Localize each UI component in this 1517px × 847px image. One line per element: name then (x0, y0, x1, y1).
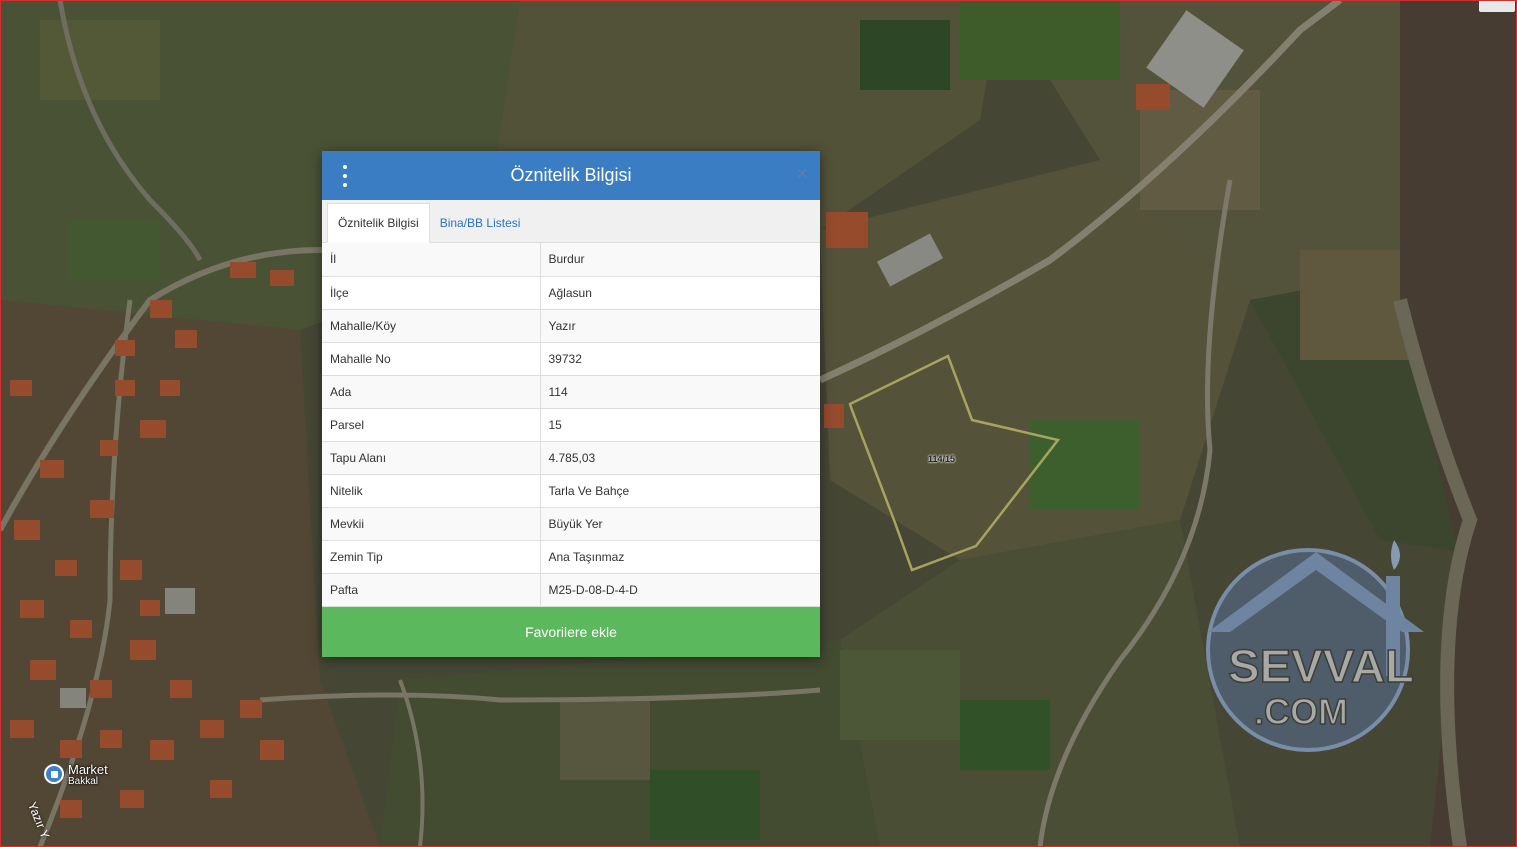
attribute-info-modal: Öznitelik Bilgisi × Öznitelik Bilgisi Bi… (322, 151, 820, 657)
modal-header: Öznitelik Bilgisi × (322, 151, 820, 200)
attribute-key: Nitelik (322, 474, 541, 508)
poi-subtitle: Bakkal (68, 776, 99, 787)
tab-attribute-info[interactable]: Öznitelik Bilgisi (327, 203, 430, 243)
table-row: Pafta M25-D-08-D-4-D (322, 573, 820, 607)
attribute-value: 15 (540, 408, 820, 442)
table-row: Ada 114 (322, 375, 820, 409)
modal-tabs: Öznitelik Bilgisi Bina/BB Listesi (322, 200, 820, 243)
svg-text:SEVVAL: SEVVAL (1228, 640, 1414, 692)
attribute-value: Yazır (540, 309, 820, 343)
attribute-key: Mahalle No (322, 342, 541, 376)
close-icon[interactable]: × (796, 164, 808, 184)
attribute-value: Ağlasun (540, 276, 820, 310)
table-row: Nitelik Tarla Ve Bahçe (322, 474, 820, 508)
attribute-key: Zemin Tip (322, 540, 541, 574)
attribute-key: Parsel (322, 408, 541, 442)
kebab-menu-icon[interactable] (340, 165, 350, 187)
shop-pin-icon (44, 764, 64, 784)
tab-building-list[interactable]: Bina/BB Listesi (430, 204, 531, 242)
attribute-key: İl (322, 243, 541, 277)
attribute-value: 114 (540, 375, 820, 409)
attribute-value: 39732 (540, 342, 820, 376)
attribute-table: İl Burdur İlçe Ağlasun Mahalle/Köy Yazır Ma… (322, 243, 820, 607)
map-poi-market[interactable]: Market Bakkal (44, 762, 108, 788)
map-corner-control[interactable] (1479, 0, 1515, 12)
modal-title: Öznitelik Bilgisi (510, 165, 632, 185)
attribute-key: Mevkii (322, 507, 541, 541)
attribute-value: Burdur (540, 243, 820, 277)
attribute-key: Ada (322, 375, 541, 409)
attribute-key: İlçe (322, 276, 541, 310)
add-to-favorites-button[interactable]: Favorilere ekle (322, 606, 820, 657)
attribute-key: Tapu Alanı (322, 441, 541, 475)
poi-name: Market (68, 762, 108, 777)
attribute-key: Mahalle/Köy (322, 309, 541, 343)
parcel-label: 114/15 (928, 454, 956, 464)
attribute-value: Büyük Yer (540, 507, 820, 541)
attribute-value: M25-D-08-D-4-D (540, 573, 820, 607)
table-row: Mevkii Büyük Yer (322, 507, 820, 541)
table-row: Mahalle No 39732 (322, 342, 820, 376)
table-row: İlçe Ağlasun (322, 276, 820, 310)
attribute-value: Tarla Ve Bahçe (540, 474, 820, 508)
table-row: Tapu Alanı 4.785,03 (322, 441, 820, 475)
table-row: Mahalle/Köy Yazır (322, 309, 820, 343)
svg-text:.COM: .COM (1254, 691, 1348, 732)
table-row: Parsel 15 (322, 408, 820, 442)
attribute-value: 4.785,03 (540, 441, 820, 475)
table-row: Zemin Tip Ana Taşınmaz (322, 540, 820, 574)
attribute-value: Ana Taşınmaz (540, 540, 820, 574)
table-row: İl Burdur (322, 243, 820, 277)
attribute-key: Pafta (322, 573, 541, 607)
sevval-watermark-logo: SEVVAL .COM (1198, 540, 1438, 770)
